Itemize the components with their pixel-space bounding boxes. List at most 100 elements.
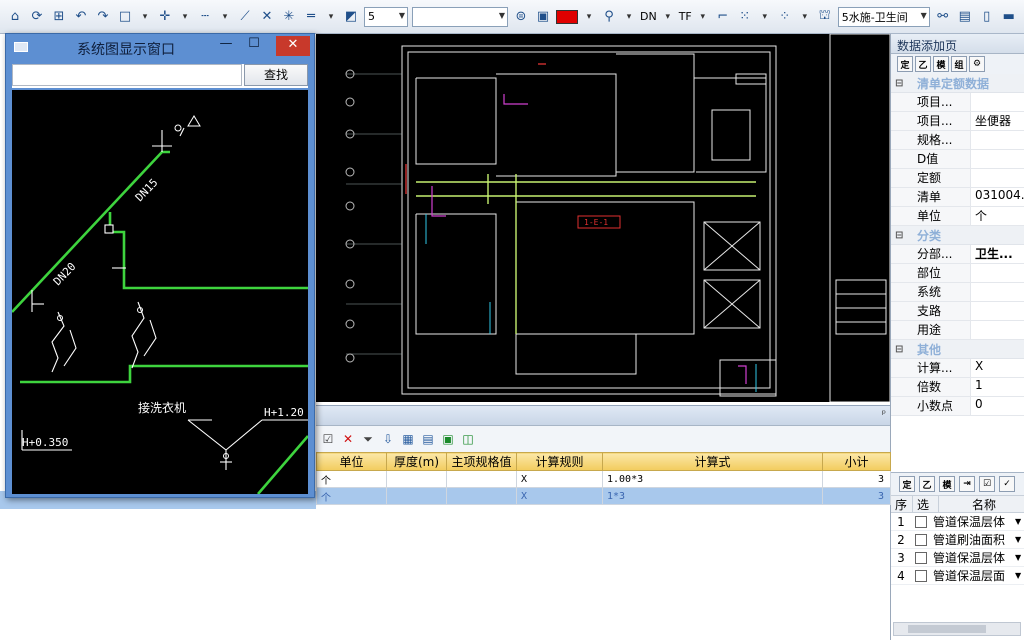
col-rule[interactable]: 计算规则 [516,452,603,471]
list-item[interactable]: 2 管道刷油面积 ▼ [891,531,1024,549]
prop-value[interactable] [971,302,1024,320]
system-diagram-canvas[interactable]: DN15 DN20 接洗衣机 H+1.20 H+0.350 [12,90,308,494]
rectangle-select-icon[interactable]: □ [116,8,134,26]
maximize-icon[interactable]: ☐ [242,36,266,56]
system-diagram-window[interactable]: 系统图显示窗口 — ☐ ✕ 查找 DN15 DN20 接洗衣机 H+1.20 H… [5,33,315,498]
check-icon[interactable]: ✓ [999,476,1015,492]
ruler-icon[interactable]: ▬ [1000,8,1018,26]
collapse-icon[interactable]: ⊟ [895,230,907,241]
cell-formula[interactable]: 1*3 [602,487,823,505]
search-input[interactable] [12,64,242,86]
prop-value[interactable] [971,131,1024,149]
cross-dots-icon[interactable]: ⁘ [776,8,794,26]
prop-value[interactable]: 031004... [971,188,1024,206]
prop-value[interactable] [971,283,1024,301]
group-quota-data[interactable]: ⊟ 清单定额数据 [891,74,1024,93]
cell-thickness[interactable] [386,487,447,505]
pipe-fitting-icon[interactable]: ⚲ [600,8,618,26]
report-icon[interactable]: ▤ [956,8,974,26]
scrollbar-thumb[interactable] [908,625,986,633]
prop-value[interactable]: 1 [971,378,1024,396]
export-icon[interactable]: ▣ [440,431,456,447]
prop-row[interactable]: 清单031004... [891,188,1024,207]
group-category[interactable]: ⊟ 分类 [891,226,1024,245]
prop-row[interactable]: 单位个 [891,207,1024,226]
intersection-icon[interactable]: ✕ [258,8,276,26]
prop-row[interactable]: 支路 [891,302,1024,321]
find-button[interactable]: 查找 [244,64,308,86]
layer-combo[interactable]: ▼ [412,6,508,27]
prop-row[interactable]: 小数点 0 [891,397,1024,416]
chevron-down-icon[interactable]: ▾ [798,8,812,26]
quota-button[interactable]: 定 [897,56,913,72]
layer-manager-icon[interactable]: ⊜ [512,8,530,26]
prop-row[interactable]: D值 [891,150,1024,169]
chevron-down-icon[interactable]: ▼ [1015,535,1024,544]
col-subtotal[interactable]: 小计 [822,452,891,471]
chevron-down-icon[interactable]: ▼ [1015,517,1024,526]
table-row[interactable]: 个 X 1*3 3 [316,487,891,505]
collapse-icon[interactable]: ⊟ [895,344,907,355]
document-icon[interactable]: ▯ [978,8,996,26]
cell-unit[interactable]: 个 [316,470,387,488]
home-icon[interactable]: ⌂ [6,8,24,26]
delete-icon[interactable]: ✕ [340,431,356,447]
b-button[interactable]: 乙 [915,56,931,72]
chevron-down-icon[interactable]: ▾ [696,8,710,26]
quota-button[interactable]: 定 [899,476,915,492]
binoculars-icon[interactable]: ⚯ [934,8,952,26]
chevron-down-icon[interactable]: ▼ [1015,553,1024,562]
pin-icon[interactable]: ᵖ [882,409,886,420]
excel-icon[interactable]: ◫ [460,431,476,447]
prop-value[interactable]: 个 [971,207,1024,225]
chevron-down-icon[interactable]: ▼ [1015,571,1024,580]
cell-spec[interactable] [446,487,517,505]
cell-subtotal[interactable]: 3 [822,470,891,488]
line-width-icon[interactable]: ◩ [342,8,360,26]
prop-value[interactable] [971,150,1024,168]
chevron-down-icon[interactable]: ▾ [178,8,192,26]
crosshair-icon[interactable]: ✛ [156,8,174,26]
prop-row[interactable]: 部位 [891,264,1024,283]
checkbox-icon[interactable]: ☑ [979,476,995,492]
prop-row[interactable]: 分部... 卫生... [891,245,1024,264]
color-swatch[interactable] [556,9,578,24]
horizontal-scrollbar[interactable] [893,622,1021,636]
list-checkbox[interactable] [915,515,927,528]
cell-thickness[interactable] [386,470,447,488]
cell-unit[interactable]: 个 [316,487,387,505]
chevron-down-icon[interactable]: ▾ [218,8,232,26]
snap-icon[interactable]: ✳ [280,8,298,26]
prop-row[interactable]: 系统 [891,283,1024,302]
dn-button[interactable]: DN [640,10,657,23]
prop-row[interactable]: 项目... [891,93,1024,112]
undo-icon[interactable]: ↶ [72,8,90,26]
prop-row[interactable]: 规格... [891,131,1024,150]
cell-spec[interactable] [446,470,517,488]
minimize-icon[interactable]: — [214,36,238,56]
list-item[interactable]: 1 管道保温层体 ▼ [891,513,1024,531]
group-button[interactable]: 组 [951,56,967,72]
template-button[interactable]: 模 [933,56,949,72]
prop-value[interactable] [971,93,1024,111]
checkbox-icon[interactable]: ☑ [320,431,336,447]
prop-value[interactable]: 卫生... [971,245,1024,263]
cell-rule[interactable]: X [516,487,603,505]
list-checkbox[interactable] [915,569,927,582]
prop-row[interactable]: 项目... 坐便器 [891,112,1024,131]
dotted-line-icon[interactable]: ┄ [196,8,214,26]
polyline-icon[interactable]: ⟋ [236,8,254,26]
text-style-icon[interactable]: ▣ [534,8,552,26]
line-width-combo[interactable]: 5 ▼ [364,6,408,27]
grid-dots-icon[interactable]: ⁙ [736,8,754,26]
grid-icon[interactable]: ▦ [400,431,416,447]
b-button[interactable]: 乙 [919,476,935,492]
prop-value[interactable] [971,169,1024,187]
col-spec[interactable]: 主项规格值 [446,452,517,471]
settings-icon[interactable]: ⚙ [969,56,985,72]
prop-value[interactable]: 0 [971,397,1024,415]
cad-drawing-area[interactable]: 1-E-1 [316,34,890,402]
window-titlebar[interactable]: 系统图显示窗口 — ☐ ✕ [6,34,314,60]
cell-rule[interactable]: X [516,470,603,488]
list-checkbox[interactable] [915,533,927,546]
